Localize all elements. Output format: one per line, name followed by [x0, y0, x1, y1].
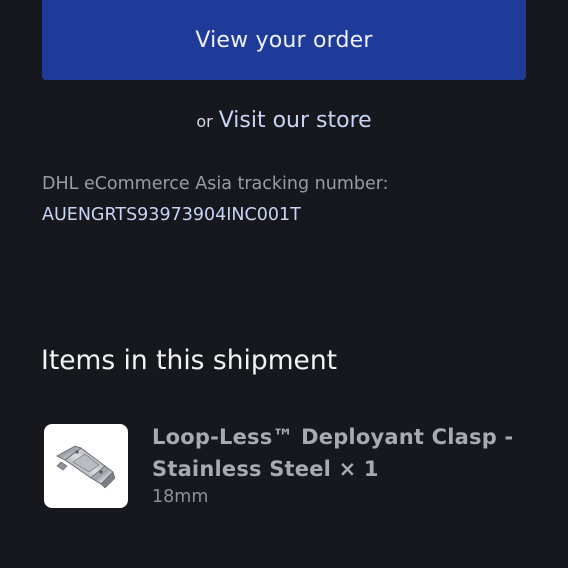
item-name: Loop-Less™ Deployant Clasp - Stainless S… [152, 425, 514, 481]
item-thumbnail[interactable] [44, 424, 128, 508]
tracking-number-link[interactable]: AUENGRTS93973904INC001T [42, 205, 301, 225]
visit-store-link[interactable]: Visit our store [219, 108, 372, 133]
view-order-label: View your order [195, 27, 373, 53]
store-line: or Visit our store [0, 108, 568, 133]
item-variant: 18mm [152, 487, 209, 507]
or-text: or [196, 112, 213, 131]
view-order-button[interactable]: View your order [42, 0, 526, 80]
shipment-section-title: Items in this shipment [41, 345, 338, 376]
tracking-label: DHL eCommerce Asia tracking number: [42, 174, 389, 194]
deployant-clasp-image [56, 445, 116, 489]
